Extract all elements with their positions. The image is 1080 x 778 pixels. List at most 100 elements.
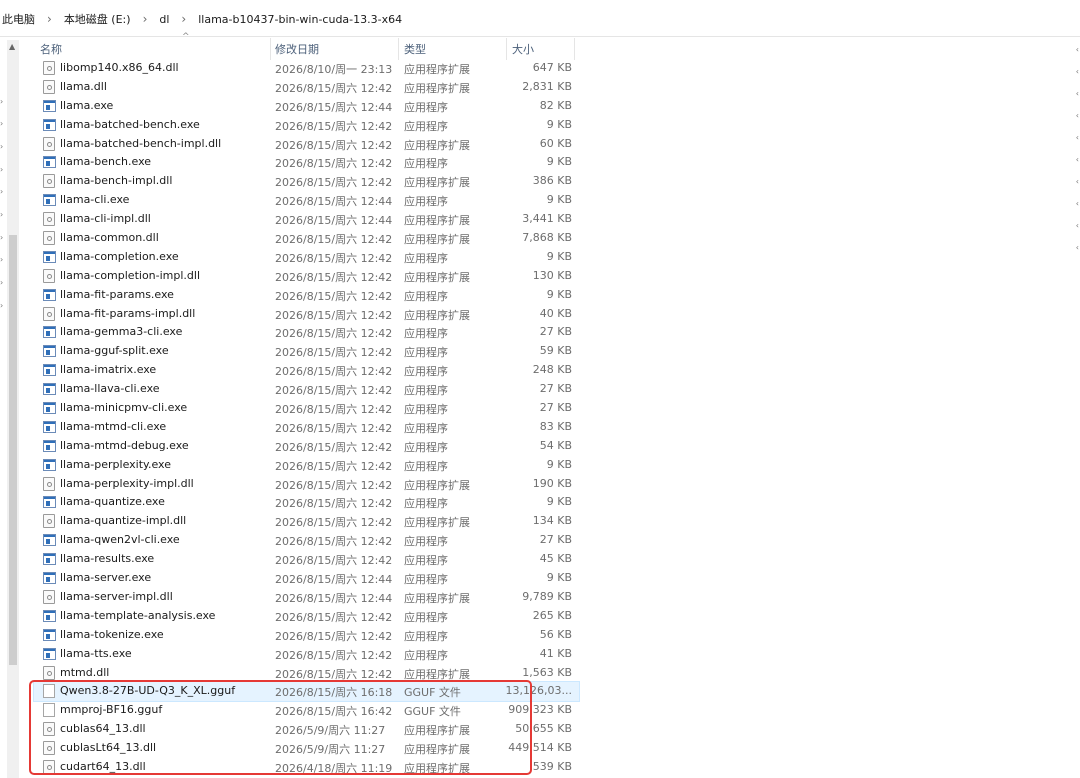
file-row[interactable]: llama-completion.exe 2026/8/15/周六 12:42 应用… (34, 248, 579, 267)
file-row[interactable]: llama-gguf-split.exe 2026/8/15/周六 12:42 应用… (34, 342, 579, 361)
breadcrumb-current-folder[interactable]: llama-b10437-bin-win-cuda-13.3-x64 (196, 13, 404, 26)
file-row[interactable]: mtmd.dll 2026/8/15/周六 12:42 应用程序扩展 1,563 KB (34, 664, 579, 683)
file-row[interactable]: llama-imatrix.exe 2026/8/15/周六 12:42 应用程序 2… (34, 361, 579, 380)
file-modified-date: 2026/8/15/周六 12:42 (275, 554, 393, 568)
address-bar[interactable]: 此电脑 › 本地磁盘 (E:) › dl › llama-b10437-bin-… (0, 0, 1080, 37)
chevron-right-icon[interactable]: › (0, 142, 3, 151)
scroll-up-arrow-icon[interactable]: ▲ (9, 42, 15, 51)
file-row[interactable]: llama-mtmd-cli.exe 2026/8/15/周六 12:42 应用程序… (34, 418, 579, 437)
file-row[interactable]: llama-template-analysis.exe 2026/8/15/周六 … (34, 607, 579, 626)
file-size: 9,789 KB (522, 589, 572, 603)
breadcrumb-chevron-icon[interactable]: › (37, 12, 62, 26)
file-size: 449,514 KB (508, 741, 572, 755)
file-row[interactable]: llama-cli-impl.dll 2026/8/15/周六 12:44 应用程序… (34, 210, 579, 229)
chevron-right-icon[interactable]: › (0, 301, 3, 310)
scroll-mark-icon: ‹ (1075, 155, 1079, 164)
file-modified-date: 2026/8/15/周六 12:42 (275, 516, 393, 530)
file-row[interactable]: llama-tts.exe 2026/8/15/周六 12:42 应用程序 41 KB (34, 645, 579, 664)
chevron-right-icon[interactable]: › (0, 210, 3, 219)
file-row[interactable]: llama-tokenize.exe 2026/8/15/周六 12:42 应用程序… (34, 626, 579, 645)
file-row[interactable]: llama-bench.exe 2026/8/15/周六 12:42 应用程序 9 K… (34, 153, 579, 172)
file-row[interactable]: llama.exe 2026/8/15/周六 12:44 应用程序 82 KB (34, 97, 579, 116)
file-row[interactable]: libomp140.x86_64.dll 2026/8/10/周一 23:13 应用… (34, 59, 579, 78)
file-size: 190 KB (532, 476, 572, 490)
chevron-right-icon[interactable]: › (0, 97, 3, 106)
file-row[interactable]: llama-fit-params.exe 2026/8/15/周六 12:42 应用… (34, 286, 579, 305)
breadcrumb-drive-e[interactable]: 本地磁盘 (E:) (62, 11, 133, 27)
file-row[interactable]: llama-quantize.exe 2026/8/15/周六 12:42 应用程序… (34, 493, 579, 512)
exe-file-icon (43, 553, 56, 566)
file-modified-date: 2026/8/15/周六 12:42 (275, 157, 393, 171)
file-row[interactable]: llama-minicpmv-cli.exe 2026/8/15/周六 12:42… (34, 399, 579, 418)
column-header-name[interactable]: 名称 (40, 41, 62, 57)
file-size: 40 KB (539, 306, 572, 320)
column-divider[interactable] (574, 38, 575, 60)
column-divider[interactable] (270, 38, 271, 60)
file-row[interactable]: llama.dll 2026/8/15/周六 12:42 应用程序扩展 2,831 K… (34, 78, 579, 97)
file-name: llama-qwen2vl-cli.exe (60, 533, 180, 547)
file-type: 应用程序扩展 (404, 724, 470, 738)
file-name: mmproj-BF16.gguf (60, 703, 163, 717)
chevron-right-icon[interactable]: › (0, 165, 3, 174)
file-row[interactable]: llama-perplexity.exe 2026/8/15/周六 12:42 应用… (34, 456, 579, 475)
column-header-type[interactable]: 类型 (404, 41, 426, 57)
dll-file-icon (43, 476, 55, 491)
file-modified-date: 2026/8/15/周六 12:42 (275, 497, 393, 511)
chevron-right-icon[interactable]: › (0, 119, 3, 128)
scroll-mark-icon: ‹ (1075, 67, 1079, 76)
column-header-size[interactable]: 大小 (512, 41, 534, 57)
file-row[interactable]: llama-fit-params-impl.dll 2026/8/15/周六 12… (34, 305, 579, 324)
file-row[interactable]: llama-bench-impl.dll 2026/8/15/周六 12:42 应用… (34, 172, 579, 191)
file-row[interactable]: llama-results.exe 2026/8/15/周六 12:42 应用程序 4… (34, 550, 579, 569)
file-row[interactable]: cudart64_13.dll 2026/4/18/周六 11:19 应用程序扩展 5… (34, 758, 579, 777)
file-row[interactable]: llama-gemma3-cli.exe 2026/8/15/周六 12:42 应用… (34, 323, 579, 342)
dll-file-icon (43, 741, 55, 756)
file-size: 41 KB (539, 646, 572, 660)
file-row[interactable]: llama-server-impl.dll 2026/8/15/周六 12:44 应… (34, 588, 579, 607)
file-size: 9 KB (546, 117, 572, 131)
breadcrumb-this-pc[interactable]: 此电脑 (0, 11, 37, 27)
dll-file-icon (43, 79, 55, 94)
file-size: 130 KB (532, 268, 572, 282)
file-modified-date: 2026/8/15/周六 12:42 (275, 81, 393, 95)
file-type: 应用程序扩展 (404, 270, 470, 284)
file-row[interactable]: llama-quantize-impl.dll 2026/8/15/周六 12:4… (34, 512, 579, 531)
column-divider[interactable] (398, 38, 399, 60)
breadcrumb-chevron-icon[interactable]: › (133, 12, 158, 26)
scroll-mark-icon: ‹ (1075, 89, 1079, 98)
chevron-right-icon[interactable]: › (0, 187, 3, 196)
file-row[interactable]: llama-qwen2vl-cli.exe 2026/8/15/周六 12:42 应… (34, 531, 579, 550)
column-divider[interactable] (506, 38, 507, 60)
navigation-scrollbar[interactable] (7, 40, 19, 778)
file-row[interactable]: llama-llava-cli.exe 2026/8/15/周六 12:42 应用程… (34, 380, 579, 399)
file-row[interactable]: llama-batched-bench.exe 2026/8/15/周六 12:4… (34, 116, 579, 135)
file-size: 59 KB (539, 344, 572, 358)
file-type: 应用程序 (404, 573, 448, 587)
dll-file-icon (43, 231, 55, 246)
navigation-scrollbar-thumb[interactable] (9, 235, 17, 665)
file-row[interactable]: llama-cli.exe 2026/8/15/周六 12:44 应用程序 9 KB (34, 191, 579, 210)
file-name: llama-imatrix.exe (60, 363, 157, 377)
file-name: libomp140.x86_64.dll (60, 61, 179, 74)
breadcrumb-dl[interactable]: dl (157, 13, 171, 26)
file-size: 60 KB (539, 136, 572, 150)
file-row[interactable]: Qwen3.8-27B-UD-Q3_K_XL.gguf 2026/8/15/周六 … (33, 681, 580, 703)
file-row[interactable]: llama-mtmd-debug.exe 2026/8/15/周六 12:42 应用… (34, 437, 579, 456)
file-row[interactable]: cublasLt64_13.dll 2026/5/9/周六 11:27 应用程序扩展… (34, 739, 579, 758)
file-row[interactable]: llama-server.exe 2026/8/15/周六 12:44 应用程序 9 … (34, 569, 579, 588)
right-edge-scrollbar[interactable]: ‹ ‹ ‹ ‹ ‹ ‹ ‹ ‹ ‹ ‹ (1072, 37, 1080, 778)
file-size: 9 KB (546, 287, 572, 301)
file-name: Qwen3.8-27B-UD-Q3_K_XL.gguf (60, 684, 236, 698)
chevron-right-icon[interactable]: › (0, 278, 3, 287)
file-row[interactable]: llama-completion-impl.dll 2026/8/15/周六 12… (34, 267, 579, 286)
chevron-right-icon[interactable]: › (0, 255, 3, 264)
breadcrumb-chevron-icon[interactable]: › (171, 12, 196, 26)
chevron-right-icon[interactable]: › (0, 233, 3, 242)
file-row[interactable]: llama-batched-bench-impl.dll 2026/8/15/周六… (34, 135, 579, 154)
file-row[interactable]: llama-common.dll 2026/8/15/周六 12:42 应用程序扩展… (34, 229, 579, 248)
column-header-date[interactable]: 修改日期 (275, 41, 319, 57)
file-row[interactable]: llama-perplexity-impl.dll 2026/8/15/周六 12… (34, 475, 579, 494)
exe-file-icon (43, 383, 56, 396)
file-row[interactable]: mmproj-BF16.gguf 2026/8/15/周六 16:42 GGUF 文… (34, 701, 579, 720)
file-row[interactable]: cublas64_13.dll 2026/5/9/周六 11:27 应用程序扩展 50… (34, 720, 579, 739)
